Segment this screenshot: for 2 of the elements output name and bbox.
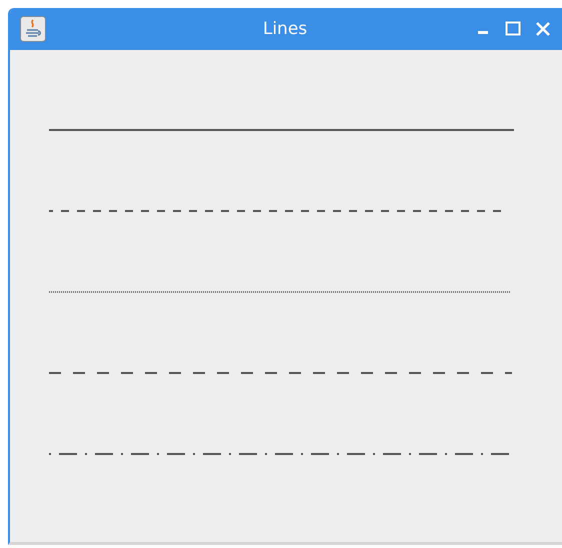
window-title: Lines xyxy=(262,19,308,39)
coffee-cup-icon xyxy=(20,16,46,42)
